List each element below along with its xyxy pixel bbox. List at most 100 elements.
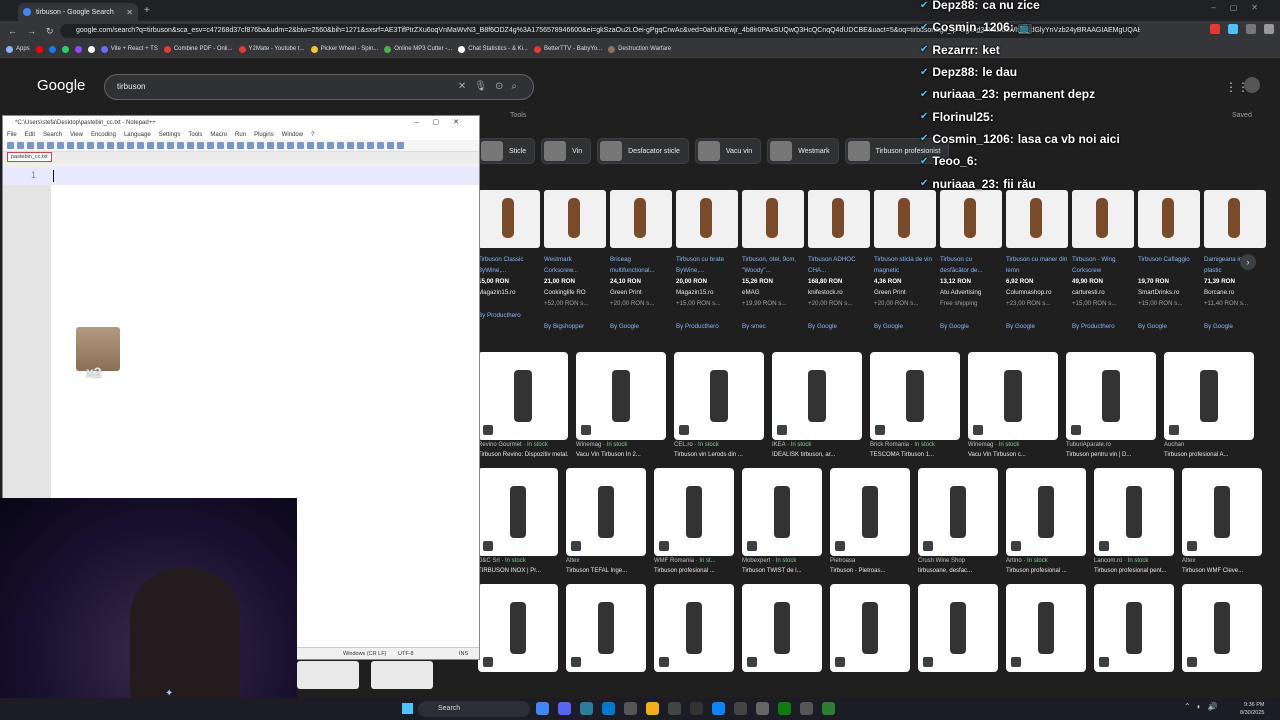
filter-chip[interactable]: Desfacator sticle (597, 138, 689, 164)
profile-icon[interactable] (1264, 24, 1274, 34)
notepad-titlebar[interactable]: *C:\Users\stefa\Desktop\pastebin_cc.txt … (3, 116, 479, 130)
image-result[interactable] (918, 584, 998, 672)
reload-icon[interactable]: ↻ (46, 26, 54, 37)
window-controls[interactable]: –▢✕ (1211, 3, 1272, 12)
toolbar-button-icon[interactable] (187, 142, 194, 149)
toolbar-button-icon[interactable] (217, 142, 224, 149)
product-card[interactable]: Tirbuson Classic ByWine,... 15,00 RON Maga… (478, 190, 540, 332)
app-icon[interactable] (712, 702, 725, 715)
toolbar-button-icon[interactable] (177, 142, 184, 149)
extension-icon[interactable] (1210, 24, 1220, 34)
image-result[interactable]: Altex Tirbuson WMF Cleve... (1182, 468, 1262, 576)
toolbar-button-icon[interactable] (347, 142, 354, 149)
extension-icon[interactable] (1228, 24, 1238, 34)
image-result[interactable]: Brick Romania · In stock TESCOMA Tirbuson… (870, 352, 960, 460)
toolbar-button-icon[interactable] (337, 142, 344, 149)
product-card[interactable]: Tirbuson cu desfăcător de... 13,12 RON Atu… (940, 190, 1002, 332)
bookmark-item[interactable]: BetterTTV - BabyYo... (533, 45, 602, 53)
toolbar-button-icon[interactable] (97, 142, 104, 149)
steam-icon[interactable] (580, 702, 593, 715)
carousel-next-icon[interactable]: › (1240, 254, 1256, 270)
toolbar-button-icon[interactable] (167, 142, 174, 149)
toolbar-button-icon[interactable] (257, 142, 264, 149)
image-thumbnail[interactable] (297, 661, 359, 689)
new-tab-icon[interactable]: + (144, 5, 150, 16)
bookmark-item[interactable] (35, 45, 43, 53)
bookmark-item[interactable]: Online MP3 Cutter -... (384, 45, 452, 53)
saved-link[interactable]: Saved (1232, 112, 1252, 119)
toolbar-button-icon[interactable] (287, 142, 294, 149)
toolbar-button-icon[interactable] (37, 142, 44, 149)
toolbar-button-icon[interactable] (57, 142, 64, 149)
browser-tab[interactable]: tirbuson - Google Search ✕ (18, 3, 138, 21)
menu-item[interactable]: Run (235, 130, 246, 140)
bookmark-item[interactable] (87, 45, 95, 53)
toolbar-button-icon[interactable] (357, 142, 364, 149)
product-card[interactable]: Tirbuson, otel, 9cm, "Woody"... 15,26 RON… (742, 190, 804, 332)
image-result[interactable]: CEL.ro · In stock Tirbuson vin Lerods din… (674, 352, 764, 460)
toolbar-button-icon[interactable] (117, 142, 124, 149)
toolbar-button-icon[interactable] (87, 142, 94, 149)
bookmark-item[interactable] (48, 45, 56, 53)
menu-item[interactable]: Macro (210, 130, 227, 140)
menu-item[interactable]: Search (43, 130, 62, 140)
obs-icon[interactable] (734, 702, 747, 715)
image-result[interactable]: Winemag · In stock Vacu Vin Tirbuson In 2… (576, 352, 666, 460)
menu-item[interactable]: ? (311, 130, 314, 140)
xbox-icon[interactable] (778, 702, 791, 715)
bookmark-item[interactable]: Vite + React + TS (100, 45, 158, 53)
bookmark-item[interactable]: Combine PDF - Onli... (163, 45, 233, 53)
chrome-icon[interactable] (536, 702, 549, 715)
toolbar-button-icon[interactable] (137, 142, 144, 149)
image-result[interactable]: Mobexpert · In stock Tirbuson TWIST de l.… (742, 468, 822, 576)
menu-item[interactable]: Tools (188, 130, 202, 140)
toolbar-button-icon[interactable] (157, 142, 164, 149)
product-card[interactable]: Tirbuson cu maner din lemn 6,92 RON Column… (1006, 190, 1068, 332)
image-result[interactable] (830, 584, 910, 672)
toolbar-button-icon[interactable] (147, 142, 154, 149)
toolbar-button-icon[interactable] (237, 142, 244, 149)
image-result[interactable] (1006, 584, 1086, 672)
google-logo[interactable]: Google (37, 77, 85, 94)
system-tray-icons[interactable]: ⌃◐🔊 (1184, 702, 1224, 711)
bookmark-item[interactable] (74, 45, 82, 53)
toolbar-button-icon[interactable] (207, 142, 214, 149)
taskbar-clock[interactable]: 9:36 PM 8/30/2025 (1240, 701, 1264, 717)
image-result[interactable]: Winemag · In stock Vacu Vin Tirbuson c... (968, 352, 1058, 460)
filter-chip[interactable]: Vin (541, 138, 592, 164)
search-icon[interactable]: ⌕ (511, 81, 525, 92)
bookmark-item[interactable]: Destruction Warfare (608, 45, 671, 53)
bookmark-item[interactable] (61, 45, 69, 53)
lens-icon[interactable]: ⊙ (495, 81, 511, 92)
toolbar-button-icon[interactable] (17, 142, 24, 149)
product-card[interactable]: Tirbuson ADHOC CHA... 168,80 RON knifestoc… (808, 190, 870, 332)
bookmark-item[interactable]: Picker Wheel - Spin... (310, 45, 378, 53)
toolbar-button-icon[interactable] (127, 142, 134, 149)
tools-button[interactable]: Tools (510, 112, 526, 119)
app-icon[interactable] (690, 702, 703, 715)
menu-item[interactable]: File (7, 130, 17, 140)
image-result[interactable]: Crush Wine Shop tirbusoane, desfac... (918, 468, 998, 576)
app-icon[interactable] (756, 702, 769, 715)
toolbar-button-icon[interactable] (377, 142, 384, 149)
menu-item[interactable]: Settings (159, 130, 181, 140)
menu-item[interactable]: Edit (25, 130, 35, 140)
menu-item[interactable]: Plugins (254, 130, 274, 140)
mic-icon[interactable]: 🎙 (474, 81, 495, 92)
image-result[interactable]: Artino · In stock Tirbuson profesional ..… (1006, 468, 1086, 576)
menu-item[interactable]: Encoding (91, 130, 116, 140)
toolbar-button-icon[interactable] (327, 142, 334, 149)
back-icon[interactable]: ← (8, 26, 17, 37)
taskbar-search[interactable]: Search (418, 701, 530, 717)
product-card[interactable]: Tirbuson sticla de vin magnetic 4,36 RON G… (874, 190, 936, 332)
clear-icon[interactable]: ✕ (458, 81, 474, 92)
toolbar-button-icon[interactable] (197, 142, 204, 149)
toolbar-button-icon[interactable] (77, 142, 84, 149)
menu-item[interactable]: View (70, 130, 83, 140)
toolbar-button-icon[interactable] (67, 142, 74, 149)
image-result[interactable] (1094, 584, 1174, 672)
product-card[interactable]: Tirbuson - Wing Corkscrew 49,90 RON cartur… (1072, 190, 1134, 332)
image-result[interactable] (1182, 584, 1262, 672)
product-card[interactable]: Tirbuson Caflaggio 19,70 RON SmartDrinks.r… (1138, 190, 1200, 332)
toolbar-button-icon[interactable] (267, 142, 274, 149)
